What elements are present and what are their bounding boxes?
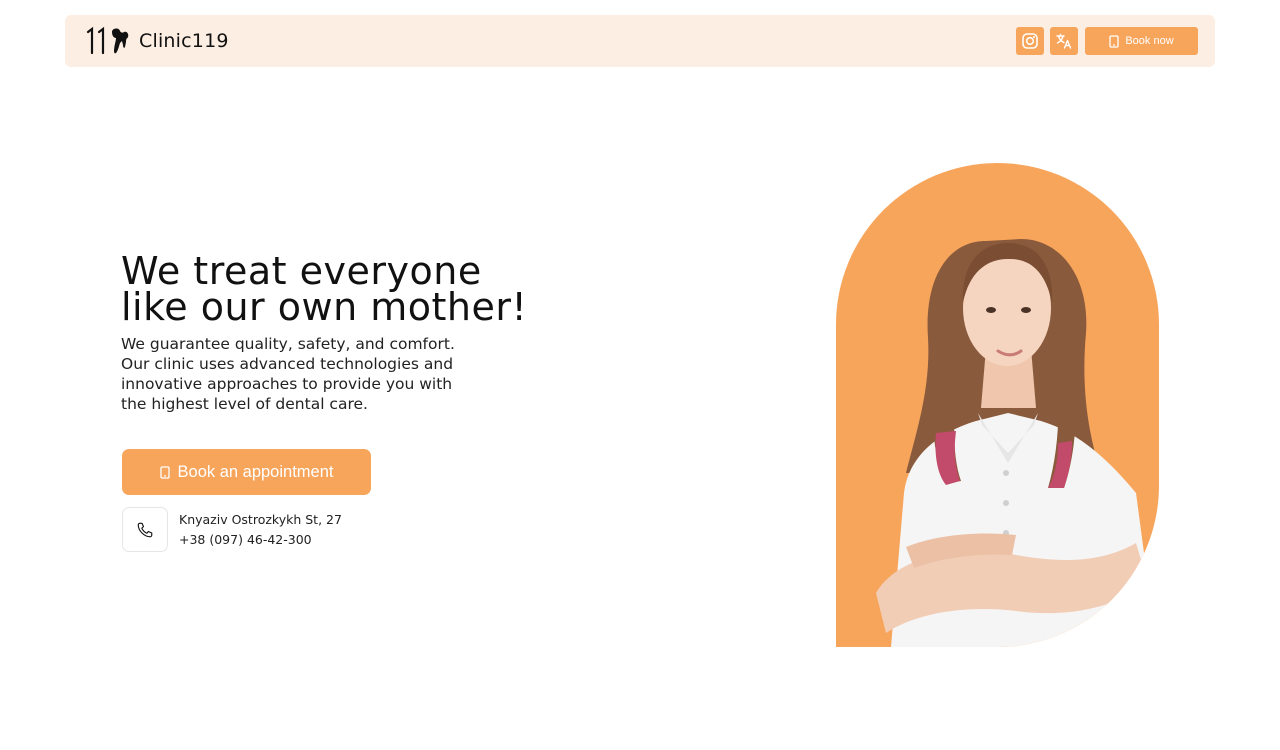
instagram-button[interactable]: [1016, 27, 1044, 55]
site-header: Clinic119 Book now: [65, 15, 1215, 67]
logo[interactable]: Clinic119: [85, 25, 229, 57]
book-now-label: Book now: [1125, 35, 1174, 47]
instagram-icon: [1022, 33, 1038, 49]
book-appointment-button[interactable]: Book an appointment: [122, 449, 371, 495]
tablet-icon: [159, 465, 170, 479]
brand-name: Clinic119: [139, 30, 229, 52]
book-appointment-label: Book an appointment: [177, 462, 334, 481]
translate-icon: [1056, 33, 1072, 49]
phone-text[interactable]: +38 (097) 46-42-300: [179, 530, 342, 550]
tablet-icon: [1109, 34, 1119, 48]
language-button[interactable]: [1050, 27, 1078, 55]
phone-icon: [137, 522, 153, 537]
hero-title: We treat everyone like our own mother!: [121, 249, 528, 329]
contact-info: Knyaziv Ostrozkykh St, 27 +38 (097) 46-4…: [179, 510, 342, 550]
doctor-photo: [836, 163, 1159, 647]
address-text: Knyaziv Ostrozkykh St, 27: [179, 512, 342, 527]
logo-mark: [85, 25, 131, 57]
hero-description: We guarantee quality, safety, and comfor…: [121, 335, 455, 413]
phone-button[interactable]: [122, 507, 168, 552]
book-now-button[interactable]: Book now: [1085, 27, 1198, 55]
